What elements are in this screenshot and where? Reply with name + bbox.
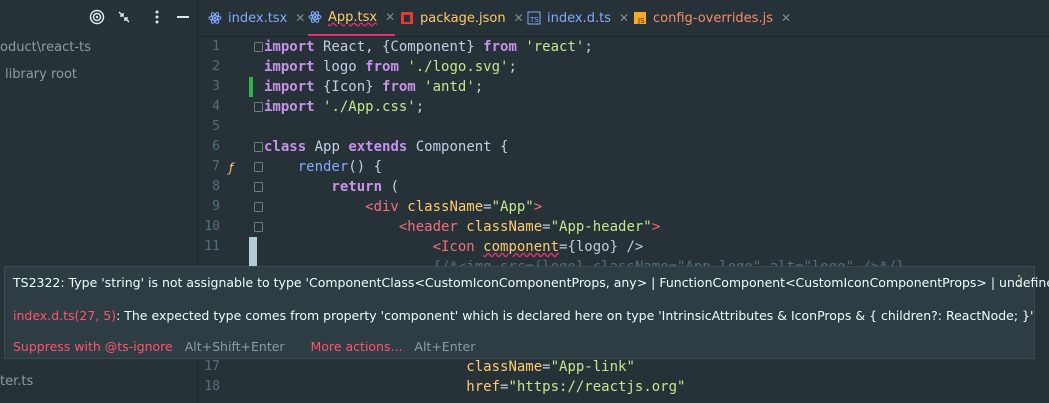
- error-message: TS2322: Type 'string' is not assignable …: [13, 275, 1049, 290]
- tab-package-json[interactable]: package.json ✕: [400, 0, 524, 36]
- react-icon: [308, 10, 322, 24]
- tab-index-tsx[interactable]: index.tsx ✕: [208, 0, 305, 36]
- code-line: href="https://reactjs.org": [466, 379, 686, 395]
- more-options-icon[interactable]: [148, 9, 166, 27]
- quick-fix-row: Suppress with @ts-ignore Alt+Shift+Enter…: [13, 339, 475, 354]
- code-line: import logo from './logo.svg';: [264, 59, 517, 75]
- tab-label: App.tsx: [328, 9, 378, 25]
- reference-link[interactable]: index.d.ts(27, 5): [13, 308, 116, 323]
- code-line: render() {: [264, 159, 383, 175]
- close-icon[interactable]: ✕: [781, 11, 791, 25]
- tab-index-d-ts[interactable]: TS index.d.ts ✕: [527, 0, 629, 36]
- error-tooltip: TS2322: Type 'string' is not assignable …: [4, 266, 1049, 359]
- typescript-icon: TS: [527, 11, 541, 25]
- code-line: <Icon component={logo} />: [264, 239, 644, 255]
- editor-tabs: index.tsx ✕ App.tsx ✕ package.json ✕ TS …: [198, 0, 1049, 37]
- project-path[interactable]: oduct\react-ts: [0, 40, 91, 55]
- collapse-all-icon[interactable]: [115, 9, 133, 27]
- tab-app-tsx[interactable]: App.tsx ✕: [308, 0, 396, 36]
- line-number: 18: [204, 379, 220, 394]
- fold-marker-icon[interactable]: [254, 142, 263, 152]
- code-line: import React, {Component} from 'react';: [264, 39, 593, 55]
- line-number: 3: [212, 79, 220, 94]
- line-number: 7: [212, 159, 220, 174]
- library-root-label[interactable]: library root: [5, 67, 77, 82]
- method-override-icon[interactable]: ƒ: [229, 161, 233, 175]
- close-icon[interactable]: ✕: [619, 11, 629, 25]
- line-number: 2: [212, 59, 220, 74]
- sidebar-file-item[interactable]: ter.ts: [0, 374, 33, 389]
- fold-marker-icon[interactable]: [254, 202, 263, 212]
- more-options-icon[interactable]: ⋮: [1012, 274, 1026, 288]
- line-number: 4: [212, 99, 220, 114]
- code-line: className="App-link": [466, 359, 635, 375]
- fold-marker-icon[interactable]: [254, 182, 263, 192]
- line-number: 1: [212, 39, 220, 54]
- tab-label: config-overrides.js: [653, 10, 773, 26]
- javascript-icon: JS: [633, 11, 647, 25]
- line-number: 11: [204, 239, 220, 254]
- close-icon[interactable]: ✕: [514, 11, 524, 25]
- line-number: 5: [212, 119, 220, 134]
- tab-label: index.tsx: [228, 10, 288, 26]
- code-line: <header className="App-header">: [264, 219, 661, 235]
- react-icon: [208, 11, 222, 25]
- tab-config-overrides-js[interactable]: JS config-overrides.js ✕: [633, 0, 791, 36]
- fold-marker-icon[interactable]: [254, 42, 263, 52]
- shortcut-hint: Alt+Shift+Enter: [184, 339, 285, 354]
- vcs-change-marker: [249, 77, 253, 97]
- line-number: 10: [204, 219, 220, 234]
- code-line: import './App.css';: [264, 99, 425, 115]
- suppress-ts-ignore-link[interactable]: Suppress with @ts-ignore: [13, 339, 173, 354]
- minimize-icon[interactable]: [174, 9, 192, 27]
- shortcut-hint: Alt+Enter: [414, 339, 476, 354]
- tab-label: package.json: [420, 10, 506, 26]
- error-reference: index.d.ts(27, 5): The expected type com…: [13, 308, 1033, 323]
- locate-target-icon[interactable]: [88, 9, 106, 27]
- code-line: class App extends Component {: [264, 139, 509, 155]
- fold-marker-icon[interactable]: [254, 222, 263, 232]
- fold-marker-icon[interactable]: [254, 102, 263, 112]
- svg-text:TS: TS: [529, 16, 539, 24]
- close-icon[interactable]: ✕: [295, 11, 305, 25]
- vcs-change-marker: [249, 237, 257, 267]
- code-line: import {Icon} from 'antd';: [264, 79, 484, 95]
- tab-label: index.d.ts: [547, 10, 611, 26]
- code-line: return (: [264, 179, 399, 195]
- more-actions-link[interactable]: More actions...: [311, 339, 403, 354]
- npm-icon: [400, 11, 414, 25]
- sidebar-toolbar: [0, 0, 197, 36]
- line-number: 9: [212, 199, 220, 214]
- close-icon[interactable]: ✕: [385, 10, 395, 24]
- line-number: 6: [212, 139, 220, 154]
- line-number: 8: [212, 179, 220, 194]
- code-line: <div className="App">: [264, 199, 543, 215]
- reference-text: : The expected type comes from property …: [116, 308, 1034, 323]
- fold-marker-icon[interactable]: [254, 162, 263, 172]
- svg-text:JS: JS: [637, 17, 645, 25]
- line-number: 17: [204, 359, 220, 374]
